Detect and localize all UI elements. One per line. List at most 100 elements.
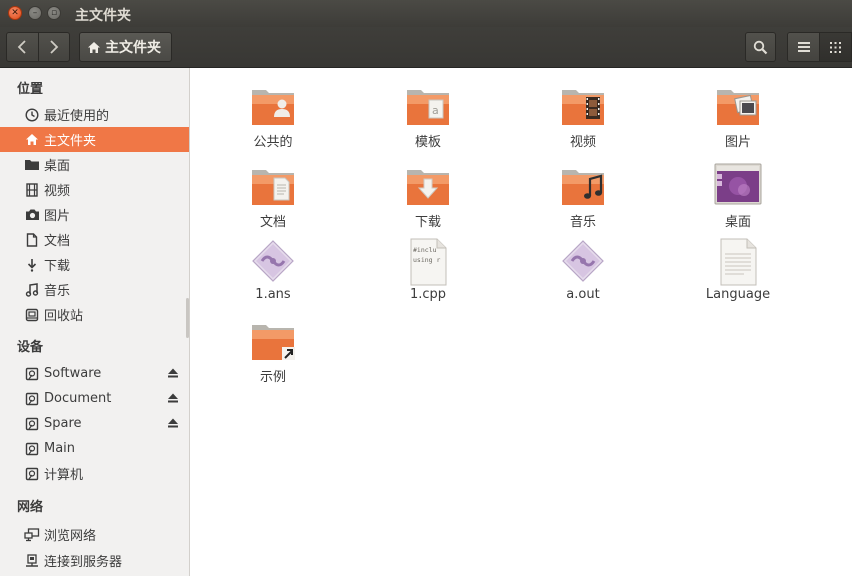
sidebar-item-home[interactable]: 主文件夹 [0,127,189,152]
file-label: 下载 [414,215,441,230]
clock-icon [24,107,40,123]
text-file-icon [720,238,757,286]
file-item-language[interactable]: Language [683,238,793,302]
file-item-templates[interactable]: a 模板 [373,82,483,150]
executable-icon [562,240,604,282]
file-label: 1.ans [255,287,291,302]
sidebar-item-recent[interactable]: 最近使用的 [0,102,189,127]
file-item-music[interactable]: 音乐 [528,162,638,230]
window-title: 主文件夹 [75,8,131,24]
file-item-public[interactable]: 公共的 [218,82,328,150]
sidebar-item-trash[interactable]: 回收站 [0,302,189,327]
file-label: 模板 [414,135,441,150]
examples-folder-link-icon [252,325,295,360]
file-item-1-ans[interactable]: 1.ans [218,238,328,302]
drive-icon [24,366,40,382]
sidebar-item-documents[interactable]: 文档 [0,227,189,252]
file-label: 1.cpp [409,287,447,302]
sidebar-item-document-drive[interactable]: Document [0,386,189,411]
sidebar-item-desktop[interactable]: 桌面 [0,152,189,177]
file-label: 桌面 [724,215,751,230]
back-button[interactable] [7,33,38,61]
file-item-1-cpp[interactable]: #inclu using r 1.cpp [373,238,483,302]
sidebar-item-label: 回收站 [44,309,84,324]
sidebar-heading-network: 网络 [17,500,44,515]
sidebar-item-computer[interactable]: 计算机 [0,461,189,486]
sidebar-scrollbar[interactable] [186,298,189,338]
music-folder-icon [562,170,604,205]
grid-view-button[interactable] [819,33,851,61]
drive-icon [24,466,40,482]
maximize-window-button[interactable]: ▫ [47,6,61,20]
grid-icon [830,41,842,53]
list-view-button[interactable] [788,33,820,61]
videos-folder-icon [562,90,604,125]
minimize-icon: – [32,7,38,18]
code-preview-line: #inclu [413,246,437,254]
path-bar-home-button[interactable]: 主文件夹 [79,32,172,62]
file-item-videos[interactable]: 视频 [528,82,638,150]
sidebar-item-label: Main [44,441,76,456]
document-icon [24,232,40,248]
sidebar-item-connect-server[interactable]: 连接到服务器 [0,548,189,573]
templates-folder-icon: a [407,90,449,125]
downloads-folder-icon [407,170,449,205]
title-bar: ✕ – ▫ 主文件夹 [0,0,852,27]
file-item-examples[interactable]: 示例 [218,317,328,385]
close-window-button[interactable]: ✕ [8,6,22,20]
sidebar-item-label: 连接到服务器 [44,555,123,570]
chevron-left-icon [18,40,27,54]
file-label: a.out [566,287,600,302]
file-item-desktop[interactable]: 桌面 [683,162,793,230]
sidebar-item-label: 视频 [44,184,71,199]
path-bar-label: 主文件夹 [105,40,161,56]
desktop-folder-icon [24,157,40,173]
chevron-right-icon [50,40,59,54]
sidebar-item-music[interactable]: 音乐 [0,277,189,302]
sidebar-item-software[interactable]: Software [0,361,189,386]
file-label: 公共的 [253,135,293,150]
sidebar-heading-devices: 设备 [17,340,44,355]
sidebar-item-videos[interactable]: 视频 [0,177,189,202]
file-label: 音乐 [569,215,596,230]
home-icon [88,41,100,53]
file-grid: 公共的 a 模板 视频 图片 文档 下载 音乐 桌面 1.ans #inclu … [191,68,852,576]
file-item-pictures[interactable]: 图片 [683,82,793,150]
toolbar: 主文件夹 [0,27,852,68]
file-item-documents[interactable]: 文档 [218,162,328,230]
sidebar-item-main[interactable]: Main [0,436,189,461]
documents-folder-icon [252,170,294,205]
sidebar-item-downloads[interactable]: 下载 [0,252,189,277]
eject-icon[interactable] [167,367,179,379]
sidebar-item-label: 文档 [44,234,71,249]
network-icon [24,527,40,543]
sidebar-item-label: 主文件夹 [44,134,97,149]
file-label: 示例 [259,370,286,385]
pictures-folder-icon [717,90,759,125]
drive-icon [24,416,40,432]
trash-icon [24,307,40,323]
search-icon [753,40,768,54]
eject-icon[interactable] [167,417,179,429]
camera-icon [24,207,40,223]
sidebar-heading-places: 位置 [17,82,44,97]
drive-icon [24,391,40,407]
sidebar-item-browse-network[interactable]: 浏览网络 [0,522,189,547]
sidebar-item-label: 计算机 [44,468,84,483]
minimize-window-button[interactable]: – [28,6,42,20]
cpp-source-icon: #inclu using r [410,238,447,286]
sidebar-item-pictures[interactable]: 图片 [0,202,189,227]
sidebar-item-spare[interactable]: Spare [0,411,189,436]
file-item-downloads[interactable]: 下载 [373,162,483,230]
nav-button-group [6,32,70,62]
download-icon [24,257,40,273]
forward-button[interactable] [37,33,69,61]
file-item-a-out[interactable]: a.out [528,238,638,302]
file-label: 文档 [259,215,286,230]
public-folder-icon [252,90,294,125]
sidebar-item-label: 音乐 [44,284,71,299]
sidebar-item-label: Spare [44,416,82,431]
sidebar-item-label: 浏览网络 [44,529,97,544]
eject-icon[interactable] [167,392,179,404]
search-button[interactable] [745,32,776,62]
